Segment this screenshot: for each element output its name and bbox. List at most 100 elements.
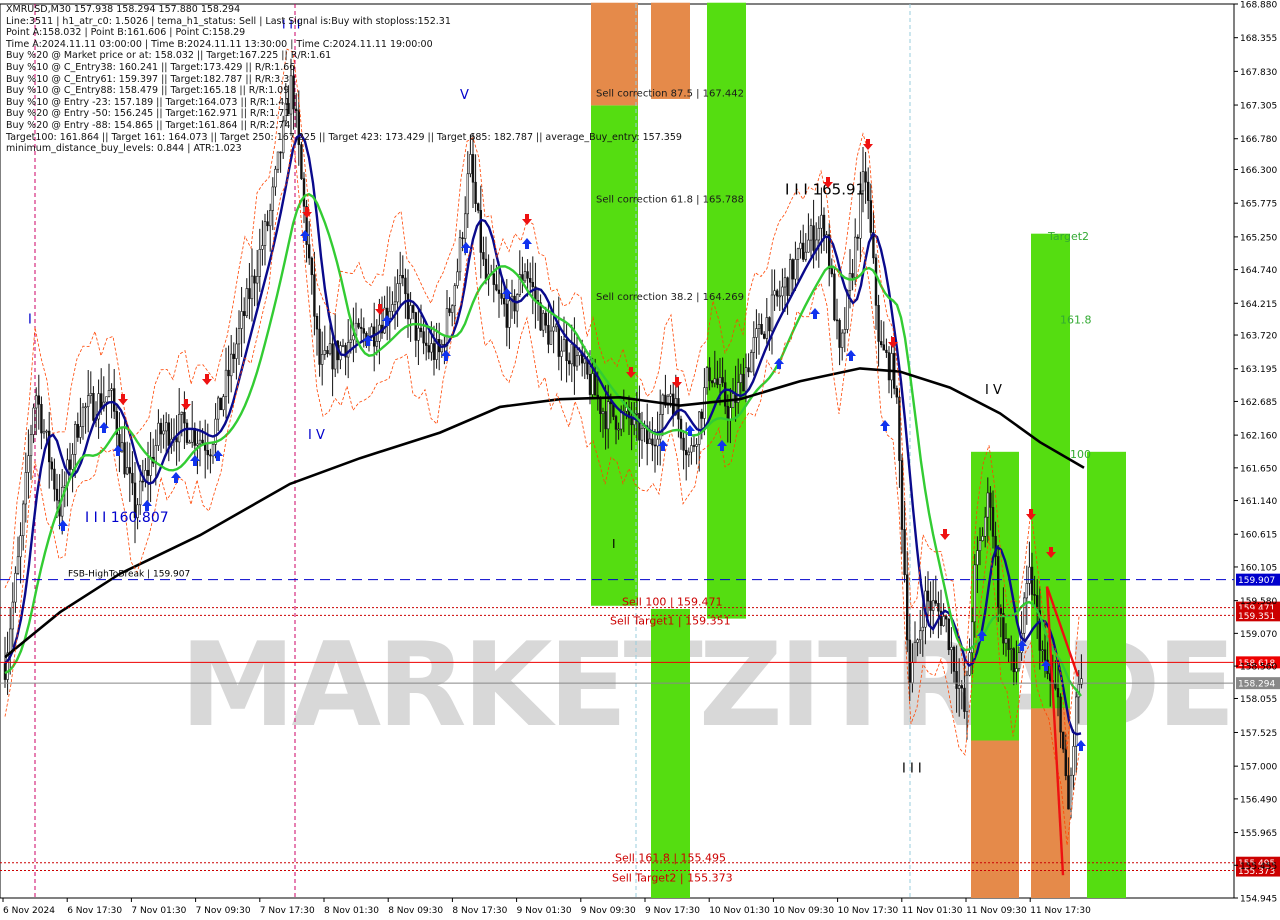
candle-body — [708, 367, 711, 382]
candle-body — [331, 343, 334, 370]
candle-body — [165, 422, 168, 432]
candle-body — [856, 236, 860, 239]
candle-body — [913, 642, 917, 663]
candle-body — [183, 411, 186, 424]
zone-0 — [591, 105, 638, 606]
candle-body — [931, 600, 935, 611]
candle-body — [989, 492, 992, 508]
candle-body — [560, 350, 563, 357]
y-tick-label: 168.880 — [1240, 1, 1277, 11]
candle-body — [801, 242, 805, 260]
candle-body — [219, 397, 222, 411]
candle-body — [1059, 696, 1062, 733]
candle-body — [1043, 649, 1047, 661]
candle-body — [409, 305, 412, 320]
candle-body — [606, 401, 610, 430]
candle-body — [497, 289, 501, 294]
info-line: Buy %10 @ C_Entry88: 158.479 || Target:1… — [6, 85, 290, 97]
candle-body — [391, 304, 394, 312]
candle-body — [723, 382, 727, 407]
candle-body — [359, 326, 363, 329]
candle-body — [476, 203, 480, 211]
candle-body — [253, 275, 256, 284]
y-tick-label: 166.780 — [1240, 135, 1277, 145]
candle-body — [838, 320, 841, 348]
candle-body — [110, 388, 113, 391]
candle-body — [352, 335, 355, 341]
candle-body — [593, 373, 597, 396]
candle-body — [107, 390, 111, 398]
candle-body — [879, 341, 883, 346]
chart: MARKETZITRADE 159.907 159.471 159.351 158.61… — [0, 0, 1280, 920]
candle-body — [79, 426, 82, 438]
candle-body — [690, 445, 693, 453]
candle-body — [217, 397, 220, 420]
candle-body — [601, 411, 605, 415]
candle-body — [562, 339, 566, 352]
candle-body — [502, 298, 506, 305]
candle-body — [224, 369, 228, 397]
x-tick-label: 9 Nov 01:30 — [517, 906, 572, 916]
x-tick-label: 8 Nov 01:30 — [324, 906, 379, 916]
candle-body — [55, 488, 59, 501]
candle-body — [747, 367, 750, 373]
candle-body — [918, 630, 922, 641]
candle-body — [34, 395, 38, 409]
candle-body — [1054, 683, 1057, 689]
candle-body — [744, 367, 748, 392]
candle-body — [232, 353, 235, 359]
candle-body — [752, 337, 756, 353]
candle-body — [762, 333, 766, 339]
candle-body — [1015, 668, 1018, 673]
candle-body — [180, 411, 183, 415]
candle-body — [123, 442, 126, 475]
info-line: Time A:2024.11.11 03:00:00 | Time B:2024… — [6, 38, 433, 50]
candle-body — [263, 221, 267, 246]
candle-body — [100, 393, 103, 409]
candle-body — [965, 674, 969, 712]
candle-body — [1002, 613, 1005, 644]
candle-body — [211, 444, 215, 457]
candle-body — [1017, 652, 1021, 669]
info-line: Buy %20 @ Market price or at: 158.032 ||… — [6, 50, 332, 62]
y-tick-label: 158.055 — [1240, 695, 1277, 705]
x-tick-label: 7 Nov 17:30 — [260, 906, 315, 916]
annotation-6: 161.8 — [1060, 313, 1092, 326]
info-line: Buy %20 @ Entry -50: 156.245 || Target:1… — [6, 108, 291, 120]
candle-body — [781, 286, 784, 297]
candle-body — [68, 459, 72, 470]
info-line: Line:3511 | h1_atr_c0: 1.5026 | tema_h1_… — [6, 15, 451, 27]
candle-body — [604, 411, 607, 430]
candle-body — [1072, 745, 1075, 776]
y-tick-label: 154.945 — [1240, 895, 1277, 905]
candle-body — [1064, 748, 1068, 776]
candle-body — [1030, 566, 1034, 595]
candle-body — [271, 186, 274, 211]
candle-body — [755, 328, 758, 338]
candle-body — [684, 449, 688, 456]
candle-body — [1004, 638, 1008, 644]
candle-body — [89, 393, 93, 397]
candle-body — [991, 507, 995, 537]
candle-body — [456, 271, 459, 287]
candle-body — [196, 443, 199, 446]
candle-body — [14, 572, 17, 603]
candle-body — [157, 422, 160, 446]
candle-body — [1025, 583, 1029, 599]
x-tick-label: 6 Nov 17:30 — [67, 906, 122, 916]
candle-body — [313, 274, 316, 317]
price-axis: 168.880 168.355 167.830 167.305 166.780 166.3… — [1234, 1, 1277, 905]
y-tick-label: 162.160 — [1240, 432, 1277, 442]
candle-body — [687, 451, 691, 456]
annotation-1: Sell correction 61.8 | 165.788 — [596, 194, 744, 205]
candle-body — [900, 460, 904, 530]
level-label-0: 159.907 — [1238, 576, 1275, 586]
candle-body — [401, 275, 404, 279]
level-text-1: Sell 100 | 159.471 — [622, 596, 723, 609]
candle-body — [552, 326, 555, 332]
candle-body — [1009, 648, 1013, 650]
candle-body — [76, 423, 80, 438]
candle-body — [817, 227, 821, 241]
candle-body — [705, 367, 709, 388]
zone-6 — [971, 740, 1019, 898]
